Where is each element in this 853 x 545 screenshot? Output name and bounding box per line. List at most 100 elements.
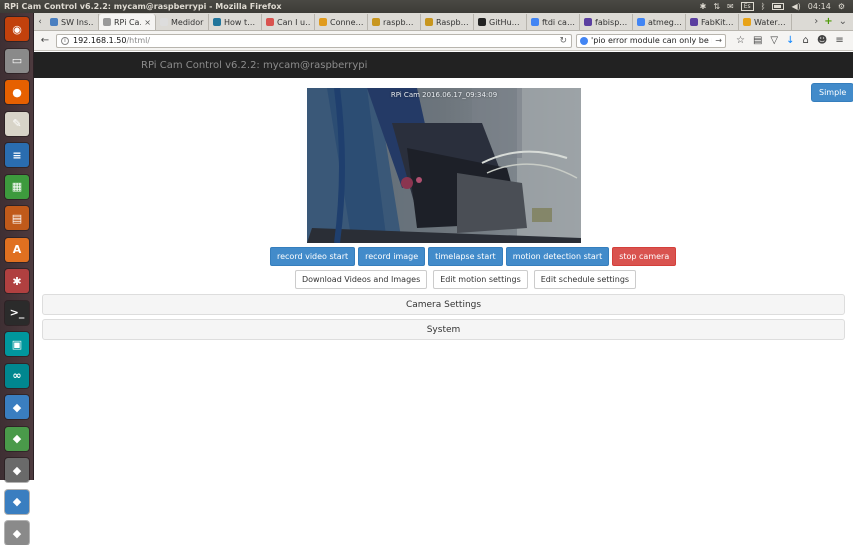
chat-icon[interactable]: ☻ bbox=[817, 35, 827, 46]
favicon-icon bbox=[50, 18, 58, 26]
browser-tab[interactable]: Water… bbox=[739, 14, 792, 30]
tab-label: atmeg… bbox=[648, 17, 681, 27]
new-tab-icon[interactable]: + bbox=[824, 16, 832, 27]
menu-icon[interactable]: ≡ bbox=[835, 35, 843, 46]
tab-label: GitHu… bbox=[489, 17, 520, 27]
tab-label: SW Ins… bbox=[61, 17, 94, 27]
clock[interactable]: 04:14 bbox=[808, 2, 831, 11]
camera-preview-image[interactable]: RPi Cam 2016.06.17_09:34:09 bbox=[307, 88, 581, 243]
favicon-icon bbox=[213, 18, 221, 26]
text-editor-icon[interactable]: ✎ bbox=[5, 111, 29, 136]
home-icon[interactable]: ⌂ bbox=[803, 35, 809, 46]
app-icon-13[interactable]: ◆ bbox=[5, 395, 29, 419]
tab-scroll-right-icon[interactable]: › bbox=[814, 16, 818, 27]
app-icon-17[interactable]: ◆ bbox=[5, 521, 29, 545]
tab-actions: › + ⌄ bbox=[814, 13, 853, 30]
keyboard-layout-indicator[interactable]: Es bbox=[740, 2, 754, 11]
system-panel[interactable]: System bbox=[42, 319, 845, 340]
favicon-icon bbox=[531, 18, 539, 26]
battery-icon[interactable] bbox=[772, 3, 785, 10]
tab-scroll-left-icon[interactable]: ‹ bbox=[34, 13, 46, 30]
browser-tab[interactable]: atmeg… bbox=[633, 14, 686, 30]
system-indicators: ✱ ⇅ ✉ Es ᛒ ◀) 04:14 ⚙ bbox=[700, 2, 853, 11]
browser-tab[interactable]: Medidor … bbox=[156, 14, 209, 30]
tab-list-chevron-icon[interactable]: ⌄ bbox=[839, 16, 847, 27]
writer-icon[interactable]: ≡ bbox=[5, 143, 29, 167]
calc-icon[interactable]: ▦ bbox=[5, 174, 29, 199]
favicon-icon bbox=[319, 18, 327, 26]
browser-tab[interactable]: Raspb… bbox=[421, 14, 474, 30]
camera-action-buttons: record video start record image timelapse … bbox=[270, 247, 677, 266]
browser-tab[interactable]: GitHu… bbox=[474, 14, 527, 30]
back-arrow-icon[interactable]: ← bbox=[38, 34, 52, 48]
browser-tab[interactable]: fabisp… bbox=[580, 14, 633, 30]
terminal-icon[interactable]: >_ bbox=[5, 300, 29, 325]
volume-icon[interactable]: ◀) bbox=[791, 2, 800, 11]
favicon-icon bbox=[743, 18, 751, 26]
timelapse-start-button[interactable]: timelapse start bbox=[428, 247, 503, 266]
software-center-icon[interactable]: A bbox=[5, 237, 29, 262]
impress-icon[interactable]: ▤ bbox=[5, 206, 29, 230]
search-go-icon[interactable]: → bbox=[715, 36, 722, 45]
power-gear-icon[interactable]: ⚙ bbox=[838, 2, 845, 11]
files-icon[interactable]: ▭ bbox=[5, 48, 29, 73]
download-videos-images-button[interactable]: Download Videos and Images bbox=[295, 270, 428, 289]
search-input[interactable]: 'pio error module can only be run on bbox=[591, 36, 712, 45]
ubuntu-dash-icon[interactable]: ◉ bbox=[5, 17, 29, 41]
tab-label: Medidor … bbox=[171, 17, 204, 27]
record-image-button[interactable]: record image bbox=[358, 247, 426, 266]
favicon-icon bbox=[637, 18, 645, 26]
browser-tab[interactable]: Can I u… bbox=[262, 14, 315, 30]
edit-motion-settings-button[interactable]: Edit motion settings bbox=[433, 270, 528, 289]
app-icon-16[interactable]: ◆ bbox=[5, 489, 29, 514]
bluetooth-icon[interactable]: ✱ bbox=[700, 2, 707, 11]
favicon-icon bbox=[266, 18, 274, 26]
app-icon-14[interactable]: ◆ bbox=[5, 426, 29, 451]
browser-tab[interactable]: How t… bbox=[209, 14, 262, 30]
motion-detection-start-button[interactable]: motion detection start bbox=[505, 247, 610, 266]
edit-schedule-settings-button[interactable]: Edit schedule settings bbox=[533, 270, 637, 289]
favicon-icon bbox=[584, 18, 592, 26]
reload-icon[interactable]: ↻ bbox=[559, 36, 567, 46]
app-icon-15[interactable]: ◆ bbox=[5, 458, 29, 482]
browser-tab[interactable]: raspb… bbox=[368, 14, 421, 30]
nav-toolbar: ☆ ▤ ▽ ↓ ⌂ ☻ ≡ bbox=[730, 35, 844, 46]
arduino-ide-icon[interactable]: ∞ bbox=[5, 363, 29, 388]
pocket-icon[interactable]: ▽ bbox=[770, 35, 778, 46]
browser-tab[interactable]: SW Ins… bbox=[46, 14, 99, 30]
firefox-icon[interactable]: ● bbox=[5, 80, 29, 104]
browser-tab[interactable]: Conne… bbox=[315, 14, 368, 30]
bookmarks-library-icon[interactable]: ▤ bbox=[753, 35, 762, 46]
settings-icon[interactable]: ✱ bbox=[5, 269, 29, 293]
tab-label: Can I u… bbox=[277, 17, 310, 27]
camera-preview-scene bbox=[307, 88, 581, 243]
page-title: RPi Cam Control v6.2.2: mycam@raspberryp… bbox=[141, 59, 368, 71]
browser-tab[interactable]: ftdi ca… bbox=[527, 14, 580, 30]
favicon-icon bbox=[372, 18, 380, 26]
tab-label: Water… bbox=[754, 17, 786, 27]
tab-label: How t… bbox=[224, 17, 256, 27]
bluetooth-status-icon[interactable]: ᛒ bbox=[761, 2, 766, 11]
stop-camera-button[interactable]: stop camera bbox=[612, 247, 677, 266]
tab-list: SW Ins… RPi Ca…× Medidor … How t… Can I u… Co… bbox=[46, 14, 792, 30]
network-arrows-icon[interactable]: ⇅ bbox=[713, 2, 720, 11]
tab-close-icon[interactable]: × bbox=[144, 18, 151, 27]
favicon-icon bbox=[478, 18, 486, 26]
bookmark-star-icon[interactable]: ☆ bbox=[736, 35, 745, 46]
search-bar[interactable]: 'pio error module can only be run on → bbox=[576, 33, 726, 48]
url-bar[interactable]: i 192.168.1.50 /html/ ↻ bbox=[56, 33, 572, 48]
mail-icon[interactable]: ✉ bbox=[727, 2, 734, 11]
record-video-start-button[interactable]: record video start bbox=[270, 247, 356, 266]
simple-button[interactable]: Simple bbox=[811, 83, 853, 102]
camera-settings-panel[interactable]: Camera Settings bbox=[42, 294, 845, 315]
downloads-icon[interactable]: ↓ bbox=[786, 35, 794, 46]
settings-buttons: Download Videos and Images Edit motion se… bbox=[295, 270, 637, 289]
url-host: 192.168.1.50 bbox=[73, 36, 127, 45]
favicon-icon bbox=[160, 18, 168, 26]
browser-tab[interactable]: FabKit… bbox=[686, 14, 739, 30]
tab-label: RPi Ca… bbox=[114, 17, 141, 27]
browser-tab[interactable]: RPi Ca…× bbox=[99, 14, 156, 30]
site-info-icon[interactable]: i bbox=[61, 36, 69, 45]
page-header: RPi Cam Control v6.2.2: mycam@raspberryp… bbox=[34, 52, 853, 78]
arduino-icon[interactable]: ▣ bbox=[5, 332, 29, 356]
